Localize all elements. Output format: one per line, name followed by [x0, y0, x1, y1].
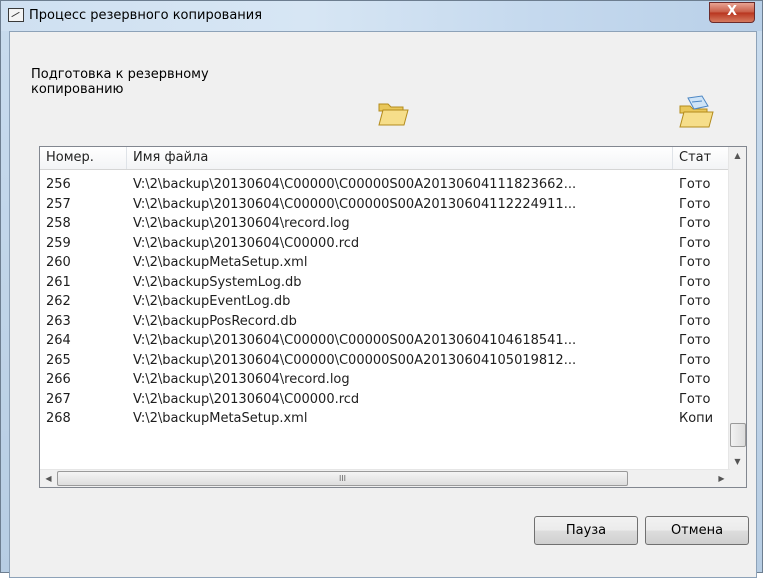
row-number: 267: [46, 391, 71, 407]
row-status: Гото: [679, 313, 711, 329]
row-filename: V:\2\backup\20130604\C00000\C00000S00A20…: [133, 333, 577, 348]
file-list-view[interactable]: Номер. Имя файла Стат 256 V:\2\backup\201…: [39, 146, 747, 488]
scroll-right-arrow-icon[interactable]: ▶: [713, 470, 730, 487]
row-filename: V:\2\backup\20130604\record.log: [133, 372, 350, 387]
row-number: 263: [46, 313, 71, 329]
row-number: 259: [46, 235, 71, 251]
list-rows: 256 V:\2\backup\20130604\C00000\C00000S00…: [40, 175, 730, 429]
row-filename: V:\2\backup\20130604\C00000\C00000S00A20…: [133, 352, 577, 368]
window-title: Процесс резервного копирования: [29, 8, 263, 23]
row-number: 262: [46, 294, 71, 309]
table-row[interactable]: 265 V:\2\backup\20130604\C00000\C00000S00…: [40, 351, 730, 371]
pause-button[interactable]: Пауза: [534, 516, 638, 545]
app-icon: [8, 8, 24, 22]
row-filename: V:\2\backupMetaSetup.xml: [133, 255, 308, 270]
horizontal-scrollbar[interactable]: ◀ III ▶: [40, 469, 730, 487]
column-header-number[interactable]: Номер.: [40, 147, 127, 169]
table-row[interactable]: 260 V:\2\backupMetaSetup.xml Гото: [40, 253, 730, 273]
column-header-filename[interactable]: Имя файла: [127, 147, 673, 169]
table-row[interactable]: 256 V:\2\backup\20130604\C00000\C00000S00…: [40, 175, 730, 195]
row-filename: V:\2\backup\20130604\record.log: [133, 216, 350, 231]
vertical-scroll-thumb[interactable]: [730, 423, 746, 447]
row-status: Гото: [679, 274, 711, 290]
row-number: 265: [46, 352, 71, 368]
column-header-status[interactable]: Стат: [673, 147, 730, 169]
row-filename: V:\2\backupEventLog.db: [133, 294, 291, 309]
list-header: Номер. Имя файла Стат: [40, 147, 730, 170]
title-bar[interactable]: Процесс резервного копирования X: [1, 1, 762, 31]
scroll-left-arrow-icon[interactable]: ◀: [40, 470, 57, 487]
row-number: 256: [46, 177, 71, 192]
open-folder-icon: [377, 98, 409, 128]
table-row[interactable]: 261 V:\2\backupSystemLog.db Гото: [40, 273, 730, 293]
scrollbar-corner: [729, 470, 746, 487]
row-status: Гото: [679, 294, 711, 309]
table-row[interactable]: 263 V:\2\backupPosRecord.db Гото: [40, 312, 730, 332]
table-row[interactable]: 259 V:\2\backup\20130604\C00000.rcd Гото: [40, 234, 730, 254]
table-row[interactable]: 266 V:\2\backup\20130604\record.log Гото: [40, 370, 730, 390]
row-filename: V:\2\backup\20130604\C00000\C00000S00A20…: [133, 177, 577, 192]
row-status: Гото: [679, 352, 711, 368]
row-filename: V:\2\backup\20130604\C00000\C00000S00A20…: [133, 196, 577, 212]
row-status: Гото: [679, 196, 711, 212]
row-status: Гото: [679, 372, 711, 387]
cancel-button[interactable]: Отмена: [645, 516, 749, 545]
table-row[interactable]: 264 V:\2\backup\20130604\C00000\C00000S00…: [40, 331, 730, 351]
row-number: 260: [46, 255, 71, 270]
row-number: 261: [46, 274, 71, 290]
table-row[interactable]: 262 V:\2\backupEventLog.db Гото: [40, 292, 730, 312]
row-filename: V:\2\backupMetaSetup.xml: [133, 411, 308, 426]
row-status: Копи: [679, 411, 714, 426]
table-row[interactable]: 268 V:\2\backupMetaSetup.xml Копи: [40, 409, 730, 429]
row-status: Гото: [679, 333, 711, 348]
row-status: Гото: [679, 255, 711, 270]
export-folder-icon: [676, 94, 716, 130]
row-filename: V:\2\backup\20130604\C00000.rcd: [133, 391, 360, 407]
row-filename: V:\2\backupSystemLog.db: [133, 274, 302, 290]
row-filename: V:\2\backup\20130604\C00000.rcd: [133, 235, 360, 251]
row-number: 268: [46, 411, 71, 426]
table-row[interactable]: 257 V:\2\backup\20130604\C00000\C00000S00…: [40, 195, 730, 215]
horizontal-scroll-thumb[interactable]: III: [57, 471, 628, 486]
row-status: Гото: [679, 177, 711, 192]
row-status: Гото: [679, 216, 711, 231]
table-row[interactable]: 258 V:\2\backup\20130604\record.log Гото: [40, 214, 730, 234]
row-number: 258: [46, 216, 71, 231]
row-number: 264: [46, 333, 71, 348]
row-number: 266: [46, 372, 71, 387]
row-status: Гото: [679, 391, 711, 407]
status-label: Подготовка к резервному копированию: [31, 67, 209, 97]
table-row[interactable]: 267 V:\2\backup\20130604\C00000.rcd Гото: [40, 390, 730, 410]
vertical-scrollbar[interactable]: ▲ ▼: [728, 147, 746, 470]
row-filename: V:\2\backupPosRecord.db: [133, 313, 297, 329]
close-button[interactable]: X: [709, 2, 755, 23]
row-status: Гото: [679, 235, 711, 251]
scroll-down-arrow-icon[interactable]: ▼: [729, 453, 746, 470]
row-number: 257: [46, 196, 71, 212]
scroll-up-arrow-icon[interactable]: ▲: [729, 147, 746, 164]
